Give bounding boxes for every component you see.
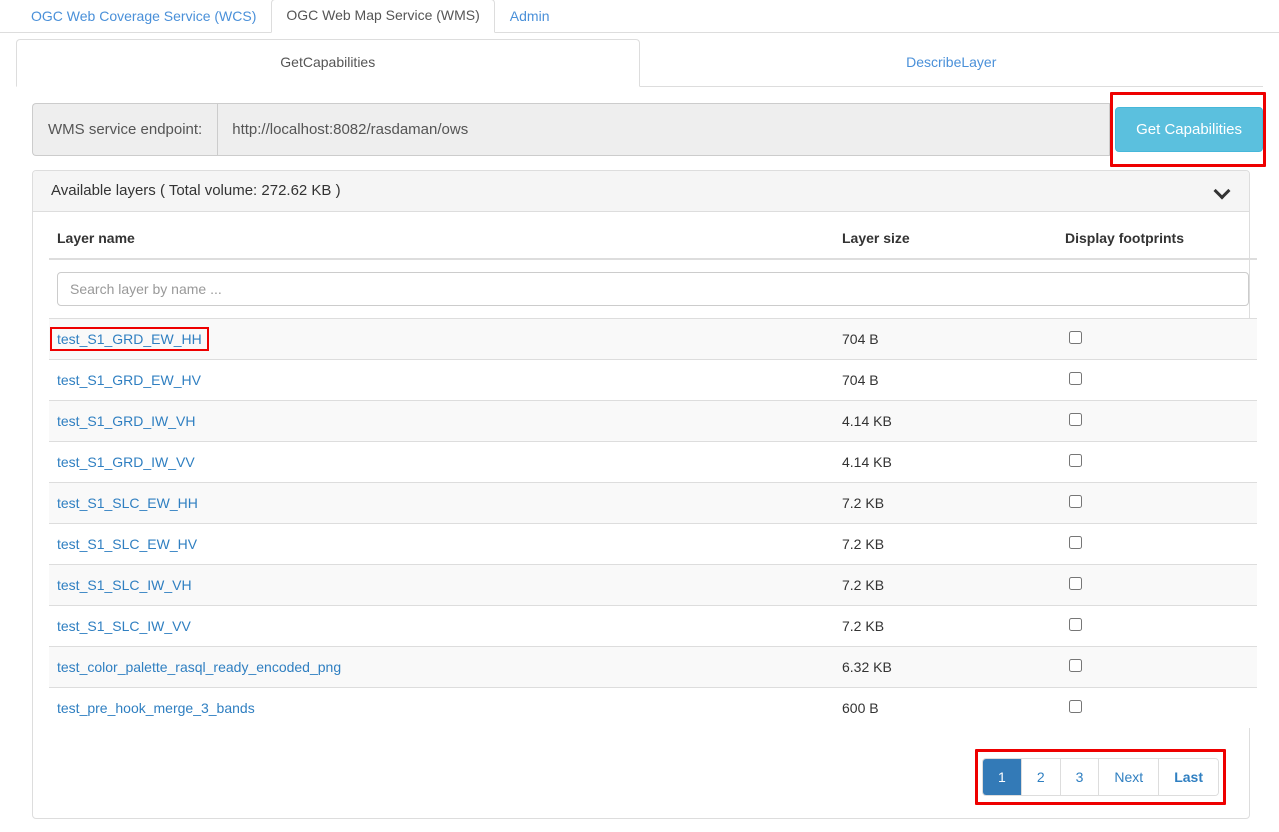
display-footprints-cell xyxy=(1057,688,1257,729)
layer-size-cell: 4.14 KB xyxy=(834,442,1057,483)
layer-name-link[interactable]: test_pre_hook_merge_3_bands xyxy=(57,700,255,716)
layer-size-cell: 7.2 KB xyxy=(834,524,1057,565)
table-row: test_S1_GRD_IW_VV 4.14 KB xyxy=(49,442,1257,483)
display-footprint-checkbox[interactable] xyxy=(1069,454,1082,467)
table-row: test_S1_SLC_IW_VH 7.2 KB xyxy=(49,565,1257,606)
available-layers-panel: Available layers ( Total volume: 272.62 … xyxy=(32,170,1250,819)
layer-name-link[interactable]: test_S1_SLC_IW_VH xyxy=(57,577,192,593)
layer-name-link[interactable]: test_color_palette_rasql_ready_encoded_p… xyxy=(57,659,341,675)
layer-name-cell: test_S1_GRD_EW_HV xyxy=(49,360,834,401)
layer-size-cell: 7.2 KB xyxy=(834,606,1057,647)
display-footprint-checkbox[interactable] xyxy=(1069,618,1082,631)
panel-title: Available layers ( Total volume: 272.62 … xyxy=(51,182,341,199)
display-footprint-checkbox[interactable] xyxy=(1069,659,1082,672)
table-row: test_S1_GRD_EW_HH 704 B xyxy=(49,319,1257,360)
tab-ogc-wms[interactable]: OGC Web Map Service (WMS) xyxy=(271,0,494,33)
table-row: test_S1_SLC_EW_HH 7.2 KB xyxy=(49,483,1257,524)
layer-name-link[interactable]: test_S1_GRD_EW_HH xyxy=(50,327,209,351)
table-row: test_S1_SLC_IW_VV 7.2 KB xyxy=(49,606,1257,647)
pagination-item-next[interactable]: Next xyxy=(1099,759,1159,795)
pagination: 123NextLast xyxy=(982,758,1219,796)
display-footprints-cell xyxy=(1057,606,1257,647)
display-footprint-checkbox[interactable] xyxy=(1069,331,1082,344)
pagination-item-1[interactable]: 1 xyxy=(983,759,1022,795)
layer-size-cell: 4.14 KB xyxy=(834,401,1057,442)
chevron-down-icon[interactable] xyxy=(1215,185,1231,197)
table-row: test_color_palette_rasql_ready_encoded_p… xyxy=(49,647,1257,688)
layer-size-cell: 704 B xyxy=(834,319,1057,360)
pagination-item-3[interactable]: 3 xyxy=(1061,759,1100,795)
layer-size-cell: 600 B xyxy=(834,688,1057,729)
display-footprints-cell xyxy=(1057,319,1257,360)
pagination-wrapper: 123NextLast xyxy=(982,758,1219,796)
endpoint-input-group: WMS service endpoint: Get Capabilities xyxy=(32,103,1263,156)
wms-sub-tabs: GetCapabilities DescribeLayer xyxy=(16,39,1263,87)
layers-table: Layer name Layer size Display footprints… xyxy=(49,212,1257,728)
endpoint-label: WMS service endpoint: xyxy=(32,103,217,156)
layers-table-head: Layer name Layer size Display footprints xyxy=(49,212,1257,319)
layer-name-link[interactable]: test_S1_SLC_EW_HV xyxy=(57,536,197,552)
layer-name-cell: test_color_palette_rasql_ready_encoded_p… xyxy=(49,647,834,688)
layer-name-link[interactable]: test_S1_SLC_EW_HH xyxy=(57,495,198,511)
display-footprint-checkbox[interactable] xyxy=(1069,372,1082,385)
tab-describelayer[interactable]: DescribeLayer xyxy=(640,39,1264,87)
main-nav-tabs: OGC Web Coverage Service (WCS) OGC Web M… xyxy=(0,0,1279,33)
display-footprints-cell xyxy=(1057,483,1257,524)
display-footprint-checkbox[interactable] xyxy=(1069,413,1082,426)
pagination-area: 123NextLast xyxy=(49,728,1233,818)
layers-table-body: test_S1_GRD_EW_HH 704 B test_S1_GRD_EW_HV 7… xyxy=(49,319,1257,729)
display-footprints-cell xyxy=(1057,524,1257,565)
display-footprints-cell xyxy=(1057,442,1257,483)
column-header-layer-name[interactable]: Layer name xyxy=(49,212,834,259)
wms-endpoint-input[interactable] xyxy=(217,103,1110,156)
display-footprint-checkbox[interactable] xyxy=(1069,700,1082,713)
layer-size-cell: 704 B xyxy=(834,360,1057,401)
layer-size-cell: 7.2 KB xyxy=(834,565,1057,606)
search-cell xyxy=(49,259,1257,319)
table-row: test_pre_hook_merge_3_bands 600 B xyxy=(49,688,1257,729)
layer-name-link[interactable]: test_S1_GRD_EW_HV xyxy=(57,372,201,388)
tab-admin[interactable]: Admin xyxy=(495,0,565,33)
layer-name-link[interactable]: test_S1_GRD_IW_VH xyxy=(57,413,196,429)
display-footprints-cell xyxy=(1057,401,1257,442)
pagination-item-2[interactable]: 2 xyxy=(1022,759,1061,795)
table-header-row: Layer name Layer size Display footprints xyxy=(49,212,1257,259)
display-footprint-checkbox[interactable] xyxy=(1069,495,1082,508)
display-footprint-checkbox[interactable] xyxy=(1069,536,1082,549)
pagination-item-last[interactable]: Last xyxy=(1159,759,1218,795)
table-row: test_S1_GRD_EW_HV 704 B xyxy=(49,360,1257,401)
layer-size-cell: 7.2 KB xyxy=(834,483,1057,524)
layer-name-cell: test_S1_SLC_EW_HV xyxy=(49,524,834,565)
layer-name-cell: test_S1_SLC_EW_HH xyxy=(49,483,834,524)
table-search-row xyxy=(49,259,1257,319)
get-capabilities-button[interactable]: Get Capabilities xyxy=(1115,107,1263,152)
layer-name-cell: test_S1_SLC_IW_VH xyxy=(49,565,834,606)
table-row: test_S1_SLC_EW_HV 7.2 KB xyxy=(49,524,1257,565)
tab-ogc-wcs[interactable]: OGC Web Coverage Service (WCS) xyxy=(16,0,271,33)
search-layer-input[interactable] xyxy=(57,272,1249,306)
available-layers-panel-header[interactable]: Available layers ( Total volume: 272.62 … xyxy=(33,171,1249,212)
layer-name-cell: test_pre_hook_merge_3_bands xyxy=(49,688,834,729)
column-header-layer-size[interactable]: Layer size xyxy=(834,212,1057,259)
layer-name-link[interactable]: test_S1_SLC_IW_VV xyxy=(57,618,191,634)
display-footprints-cell xyxy=(1057,360,1257,401)
layer-name-link[interactable]: test_S1_GRD_IW_VV xyxy=(57,454,195,470)
get-capabilities-button-wrapper: Get Capabilities xyxy=(1115,103,1263,156)
display-footprints-cell xyxy=(1057,565,1257,606)
display-footprints-cell xyxy=(1057,647,1257,688)
display-footprint-checkbox[interactable] xyxy=(1069,577,1082,590)
layer-name-cell: test_S1_GRD_EW_HH xyxy=(49,319,834,360)
column-header-display-footprints[interactable]: Display footprints xyxy=(1057,212,1257,259)
layer-size-cell: 6.32 KB xyxy=(834,647,1057,688)
layer-name-cell: test_S1_GRD_IW_VH xyxy=(49,401,834,442)
layer-name-cell: test_S1_SLC_IW_VV xyxy=(49,606,834,647)
table-row: test_S1_GRD_IW_VH 4.14 KB xyxy=(49,401,1257,442)
tab-getcapabilities[interactable]: GetCapabilities xyxy=(16,39,640,87)
available-layers-panel-body: Layer name Layer size Display footprints… xyxy=(33,212,1249,818)
layer-name-cell: test_S1_GRD_IW_VV xyxy=(49,442,834,483)
